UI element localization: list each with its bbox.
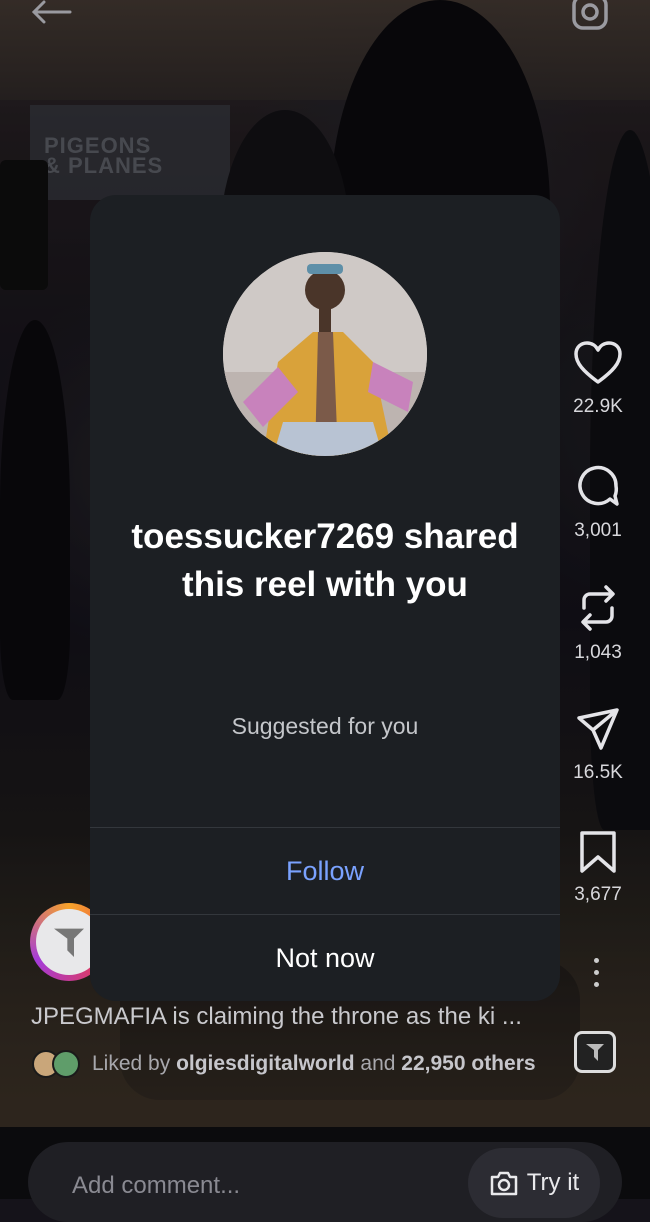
dialog-subtitle: Suggested for you (231, 713, 419, 739)
liked-by-text: Liked by olgiesdigitalworld and 22,950 o… (92, 1052, 536, 1075)
audio-logo (586, 1044, 604, 1061)
liked-by[interactable]: Liked by olgiesdigitalworld and 22,950 o… (32, 1050, 536, 1078)
comments-count: 3,001 (574, 520, 622, 541)
not-now-button[interactable]: Not now (90, 915, 560, 1001)
audio-icon[interactable] (574, 1031, 616, 1073)
comment-icon (578, 465, 619, 506)
comment-placeholder: Add comment... (72, 1172, 241, 1199)
share-button[interactable]: 16.5K (560, 706, 636, 784)
post-caption[interactable]: JPEGMAFIA is claiming the throne as the … (31, 1003, 522, 1031)
camera-icon (490, 1171, 518, 1196)
saves-count: 3,677 (574, 884, 622, 905)
liker-avatar (52, 1050, 80, 1078)
send-icon (577, 708, 619, 750)
comment-button[interactable]: 3,001 (560, 462, 636, 542)
follow-button[interactable]: Follow (90, 828, 560, 914)
repost-button[interactable]: 1,043 (560, 584, 636, 664)
try-it-label: Try it (526, 1169, 580, 1196)
likes-count: 22.9K (573, 396, 623, 417)
repost-icon (581, 585, 615, 631)
shared-reel-dialog: toessucker7269 shared this reel with you… (90, 195, 560, 1001)
back-arrow-icon[interactable] (30, 0, 72, 24)
try-it-button[interactable]: Try it (468, 1148, 600, 1218)
reposts-count: 1,043 (574, 642, 622, 663)
sharer-avatar (223, 252, 427, 456)
dialog-title: toessucker7269 shared this reel with you (131, 517, 519, 604)
save-button[interactable]: 3,677 (560, 830, 636, 906)
more-icon[interactable] (592, 958, 600, 994)
author-logo (54, 928, 84, 957)
sharer-photo (223, 252, 427, 456)
heart-icon (574, 341, 622, 384)
bookmark-icon (580, 831, 616, 873)
camera-icon[interactable] (570, 0, 610, 32)
shares-count: 16.5K (573, 762, 623, 783)
like-button[interactable]: 22.9K (560, 340, 636, 418)
